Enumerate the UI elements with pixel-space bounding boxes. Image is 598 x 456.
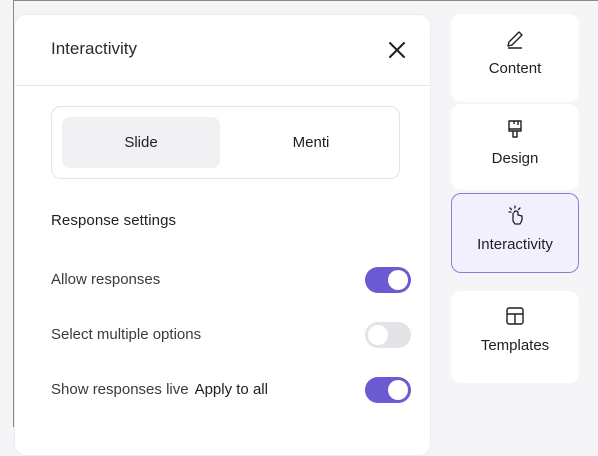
tab-templates[interactable]: Templates [451, 291, 579, 383]
tab-label: Templates [480, 337, 550, 354]
tab-label: Design [491, 150, 539, 167]
slide-menti-segmented-control: Slide Menti [51, 106, 400, 179]
paintbrush-icon [508, 120, 522, 138]
setting-label: Select multiple options [51, 326, 202, 343]
close-button[interactable] [386, 39, 408, 61]
tab-label: Content [488, 60, 542, 77]
toggle-knob [388, 270, 408, 290]
interactivity-panel: Interactivity Slide Menti Response setti… [14, 14, 431, 456]
setting-row-allow-responses: Allow responses [51, 267, 411, 293]
setting-row-select-multiple: Select multiple options [51, 322, 411, 348]
tab-content[interactable]: Content [451, 14, 579, 102]
tap-hand-icon [508, 205, 523, 225]
setting-row-show-live: Show responses live Apply to all [51, 377, 411, 403]
panel-header: Interactivity [15, 15, 430, 86]
panel-title: Interactivity [51, 39, 137, 58]
tab-design[interactable]: Design [451, 104, 579, 190]
allow-responses-toggle[interactable] [365, 267, 411, 293]
segment-slide[interactable]: Slide [62, 117, 220, 168]
select-multiple-toggle[interactable] [365, 322, 411, 348]
grid-layout-icon [506, 307, 524, 325]
toggle-knob [388, 380, 408, 400]
apply-to-all-link[interactable]: Apply to all [195, 381, 268, 398]
toggle-knob [368, 325, 388, 345]
tab-interactivity[interactable]: Interactivity [451, 193, 579, 273]
setting-label-text: Show responses live [51, 381, 189, 398]
segment-menti[interactable]: Menti [232, 117, 390, 168]
response-settings-heading: Response settings [51, 212, 177, 229]
tab-label: Interactivity [477, 236, 553, 253]
setting-label: Show responses live Apply to all [51, 381, 268, 398]
close-icon [389, 42, 405, 58]
setting-label: Allow responses [51, 271, 161, 288]
pencil-icon [507, 31, 523, 49]
show-responses-live-toggle[interactable] [365, 377, 411, 403]
